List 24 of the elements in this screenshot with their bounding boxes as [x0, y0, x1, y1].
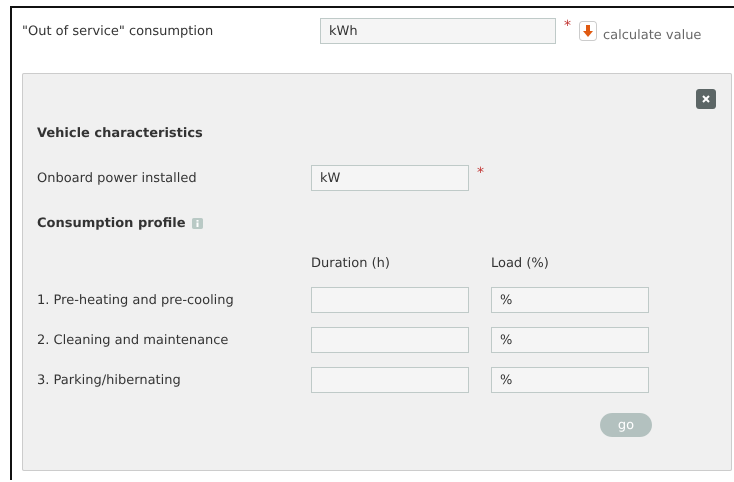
field-label: Onboard power installed [37, 170, 198, 186]
required-mark: * [564, 18, 571, 34]
load-field[interactable]: % [491, 287, 649, 313]
info-icon[interactable] [192, 218, 203, 228]
duration-field[interactable] [311, 327, 469, 353]
load-field[interactable]: % [491, 327, 649, 353]
duration-field[interactable] [311, 367, 469, 393]
field-label: "Out of service" consumption [22, 24, 214, 38]
duration-field[interactable] [311, 287, 469, 313]
column-heading: Load (%) [491, 256, 550, 270]
column-heading: Duration (h) [311, 256, 391, 270]
row-label: 3. Parking/hibernating [37, 372, 182, 388]
input-field[interactable]: kW [311, 165, 469, 191]
required-mark: * [477, 165, 484, 181]
input-field[interactable]: kWh [320, 18, 556, 44]
row-label: 1. Pre-heating and pre-cooling [37, 292, 235, 308]
close-icon [701, 94, 711, 104]
arrow-down-icon[interactable] [579, 21, 597, 41]
row-label: 2. Cleaning and maintenance [37, 332, 230, 348]
close-button[interactable] [696, 89, 716, 109]
load-field[interactable]: % [491, 367, 649, 393]
section-heading: Vehicle characteristics [37, 126, 203, 140]
section-heading: Consumption profile [37, 216, 186, 230]
calculate-link[interactable]: calculate value [603, 28, 702, 42]
